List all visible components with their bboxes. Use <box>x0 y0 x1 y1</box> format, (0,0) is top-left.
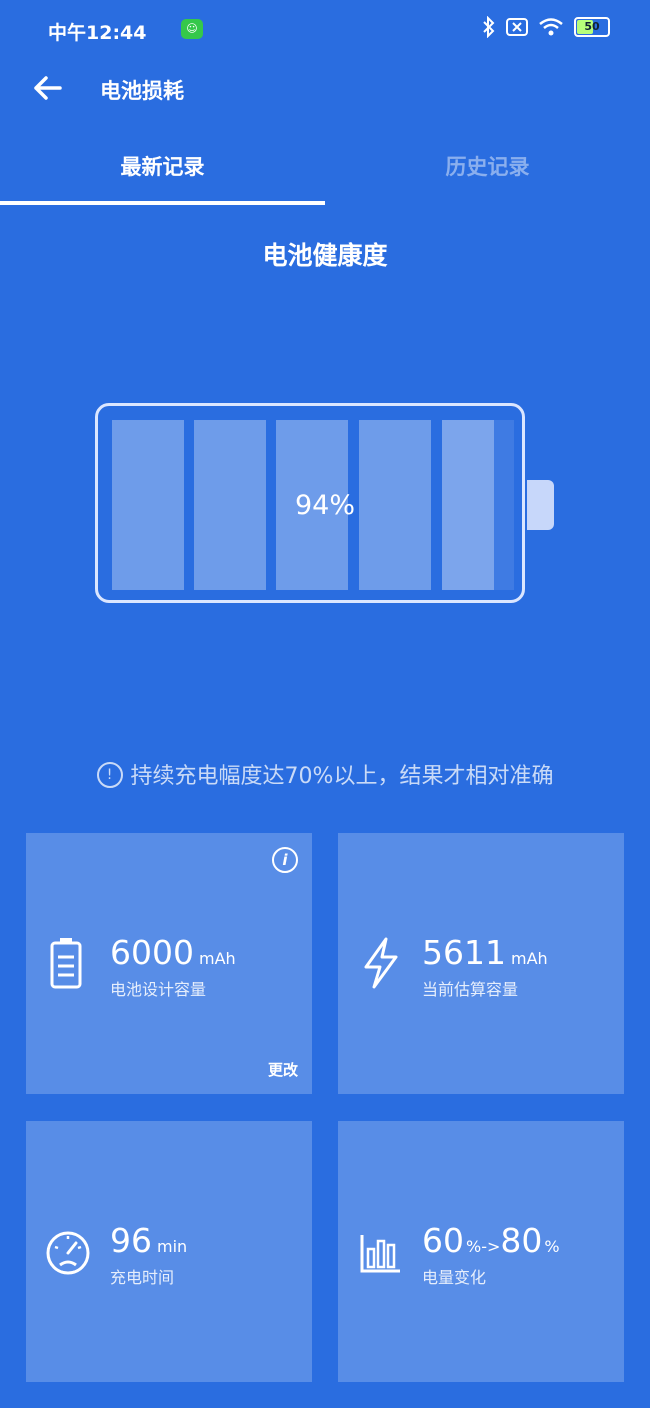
design-capacity-card: i 6000 mAh 电池设计容量 更改 <box>26 833 312 1094</box>
design-capacity-label: 电池设计容量 <box>110 980 207 999</box>
tab-indicator <box>0 201 325 205</box>
tab-latest-record[interactable]: 最新记录 <box>0 135 325 199</box>
bar-chart-icon <box>360 1235 400 1273</box>
page-title: 电池损耗 <box>100 79 184 103</box>
exclamation-icon: ! <box>96 762 123 788</box>
charge-end-unit: % <box>544 1237 560 1256</box>
battery-status-icon: 50 <box>574 17 610 37</box>
charge-arrow: -> <box>481 1237 501 1256</box>
battery-status-level: 50 <box>584 20 600 33</box>
battery-icon <box>50 938 82 989</box>
estimated-capacity-card: 5611 mAh 当前估算容量 <box>338 833 624 1094</box>
speedometer-icon <box>46 1231 90 1275</box>
charging-time-value: 96 <box>110 1221 152 1260</box>
charge-change-value-line: 60 %->80% <box>422 1221 560 1260</box>
charge-change-card: 60 %->80% 电量变化 <box>338 1121 624 1382</box>
tab-history-record[interactable]: 历史记录 <box>325 135 650 199</box>
change-capacity-button[interactable]: 更改 <box>268 1059 298 1080</box>
design-capacity-unit: mAh <box>198 949 236 968</box>
battery-health-title: 电池健康度 <box>262 241 388 270</box>
design-capacity-value: 6000 <box>110 933 194 972</box>
estimated-capacity-unit: mAh <box>510 949 548 968</box>
charging-time-card: 96 min 充电时间 <box>26 1121 312 1382</box>
wifi-icon <box>539 18 563 36</box>
charge-change-label: 电量变化 <box>422 1268 487 1287</box>
status-time: 中午12:44 <box>48 22 147 44</box>
back-arrow-icon[interactable] <box>28 68 68 108</box>
lightning-icon <box>364 937 398 989</box>
no-sim-icon <box>506 18 528 36</box>
charging-time-unit: min <box>157 1237 188 1256</box>
estimated-capacity-value: 5611 <box>422 933 506 972</box>
design-capacity-value-line: 6000 mAh <box>110 933 236 972</box>
battery-health-percent: 94% <box>294 490 355 521</box>
estimated-capacity-value-line: 5611 mAh <box>422 933 548 972</box>
charging-time-label: 充电时间 <box>110 1268 175 1287</box>
charge-start-value: 60 <box>422 1221 464 1260</box>
accuracy-notice: ! 持续充电幅度达70%以上，结果才相对准确 <box>0 758 650 790</box>
charge-start-unit: % <box>466 1237 482 1256</box>
tab-bar: 最新记录 历史记录 <box>0 135 650 207</box>
system-icons: 50 <box>482 16 610 38</box>
charging-time-value-line: 96 min <box>110 1221 187 1260</box>
app-notification-icon: ☺ <box>181 19 203 39</box>
app-header: 电池损耗 <box>0 60 650 120</box>
info-icon[interactable]: i <box>272 847 298 873</box>
status-bar: 中午12:44 ☺ 50 <box>0 0 650 60</box>
charge-end-value: 80 <box>500 1221 543 1260</box>
accuracy-notice-text: 持续充电幅度达70%以上，结果才相对准确 <box>130 764 554 789</box>
bluetooth-icon <box>483 16 495 38</box>
estimated-capacity-label: 当前估算容量 <box>422 980 519 999</box>
